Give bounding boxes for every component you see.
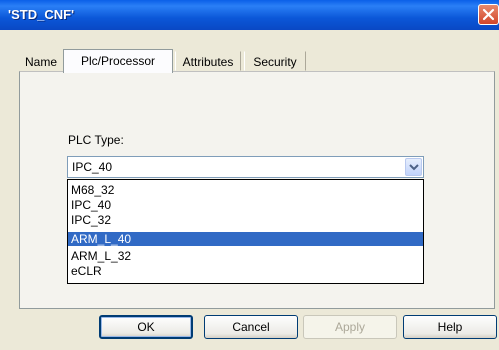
plc-type-label: PLC Type: — [68, 133, 124, 147]
dropdown-option[interactable]: IPC_32 — [68, 213, 423, 227]
plc-type-combobox[interactable]: IPC_40 — [67, 156, 424, 178]
tab-name[interactable]: Name — [19, 51, 63, 71]
plc-type-dropdown-list: M68_32 IPC_40 IPC_32 ARM_L_40 ARM_L_32 e… — [67, 179, 424, 284]
close-button[interactable] — [478, 4, 499, 25]
cancel-button[interactable]: Cancel — [204, 315, 298, 339]
dropdown-option[interactable]: IPC_40 — [68, 198, 423, 212]
ok-button[interactable]: OK — [99, 315, 193, 339]
title-bar: 'STD_CNF' — [0, 0, 499, 30]
close-icon — [482, 8, 495, 21]
tab-attributes[interactable]: Attributes — [175, 51, 241, 71]
dropdown-option[interactable]: ARM_L_32 — [68, 249, 423, 263]
tab-security[interactable]: Security — [244, 51, 306, 71]
help-button[interactable]: Help — [403, 315, 497, 339]
dropdown-option[interactable]: eCLR — [68, 264, 423, 278]
dropdown-option[interactable]: M68_32 — [68, 183, 423, 197]
dropdown-button[interactable] — [405, 158, 422, 176]
dropdown-option-selected[interactable]: ARM_L_40 — [68, 232, 423, 246]
chevron-down-icon — [409, 164, 419, 171]
window-title: 'STD_CNF' — [8, 7, 75, 22]
apply-button[interactable]: Apply — [303, 315, 397, 339]
tab-plc-processor[interactable]: Plc/Processor — [63, 49, 173, 73]
plc-type-value: IPC_40 — [72, 160, 113, 174]
